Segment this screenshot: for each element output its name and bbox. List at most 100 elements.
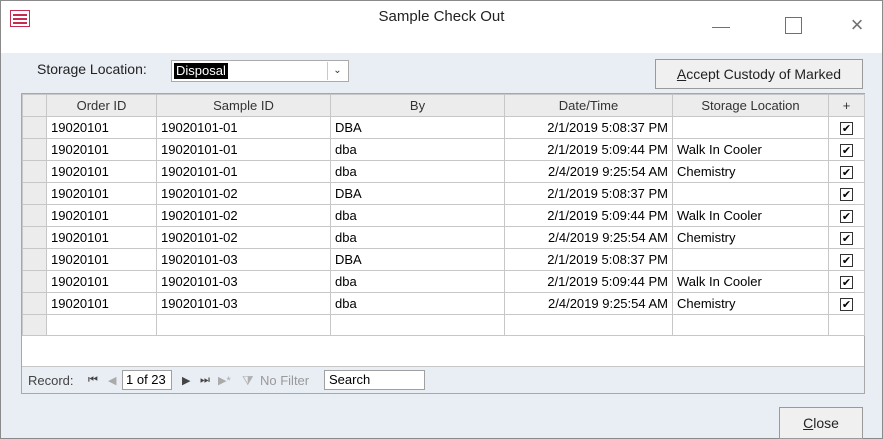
sample-id-cell[interactable]: 19020101-03 — [156, 270, 331, 293]
close-button[interactable]: Close — [779, 407, 863, 439]
date-time-cell[interactable]: 2/4/2019 9:25:54 AM — [504, 160, 673, 183]
sample-id-cell[interactable]: 19020101-03 — [156, 248, 331, 271]
column-header-marked[interactable]: + — [828, 94, 865, 117]
close-window-button[interactable]: × — [845, 13, 869, 37]
row-selector[interactable] — [22, 292, 47, 315]
last-record-icon[interactable]: ⏭ — [200, 374, 210, 387]
sample-id-cell[interactable]: 19020101-01 — [156, 116, 331, 139]
by-cell[interactable]: DBA — [330, 116, 505, 139]
order-id-cell[interactable]: 19020101 — [46, 226, 157, 249]
column-header-date-time[interactable]: Date/Time — [504, 94, 673, 117]
by-cell[interactable]: dba — [330, 138, 505, 161]
sample-id-cell[interactable]: 19020101-01 — [156, 138, 331, 161]
table-row[interactable]: 19020101 19020101-03 dba 2/1/2019 5:09:44 P… — [22, 270, 865, 293]
date-time-cell[interactable]: 2/1/2019 5:09:44 PM — [504, 138, 673, 161]
table-row[interactable]: 19020101 19020101-01 dba 2/1/2019 5:09:44 P… — [22, 138, 865, 161]
row-selector[interactable] — [22, 160, 47, 183]
next-record-icon[interactable]: ▶ — [182, 374, 190, 387]
search-input[interactable]: Search — [324, 370, 425, 390]
minimize-button[interactable] — [709, 13, 733, 37]
date-time-cell[interactable]: 2/4/2019 9:25:54 AM — [504, 292, 673, 315]
storage-location-cell[interactable]: Walk In Cooler — [672, 204, 829, 227]
by-cell[interactable]: dba — [330, 160, 505, 183]
order-id-cell[interactable]: 19020101 — [46, 292, 157, 315]
order-id-cell[interactable]: 19020101 — [46, 138, 157, 161]
marked-checkbox[interactable]: ✔ — [840, 188, 853, 202]
by-cell[interactable]: dba — [330, 204, 505, 227]
marked-cell[interactable]: ✔ — [828, 160, 865, 183]
table-row[interactable]: 19020101 19020101-03 DBA 2/1/2019 5:08:37 P… — [22, 248, 865, 271]
empty-cell[interactable] — [330, 314, 505, 336]
storage-location-cell[interactable]: Walk In Cooler — [672, 138, 829, 161]
no-filter-button[interactable]: No Filter — [260, 373, 309, 388]
storage-location-value[interactable]: Disposal — [174, 63, 228, 79]
marked-cell[interactable]: ✔ — [828, 270, 865, 293]
marked-cell[interactable]: ✔ — [828, 116, 865, 139]
row-selector[interactable] — [22, 116, 47, 139]
empty-cell[interactable] — [46, 314, 157, 336]
sample-id-cell[interactable]: 19020101-02 — [156, 226, 331, 249]
storage-location-cell[interactable]: Walk In Cooler — [672, 270, 829, 293]
row-selector[interactable] — [22, 182, 47, 205]
storage-location-cell[interactable] — [672, 182, 829, 205]
marked-checkbox[interactable]: ✔ — [840, 254, 853, 268]
marked-cell[interactable]: ✔ — [828, 204, 865, 227]
storage-location-cell[interactable]: Chemistry — [672, 226, 829, 249]
column-header-storage-location[interactable]: Storage Location — [672, 94, 829, 117]
marked-cell[interactable]: ✔ — [828, 248, 865, 271]
date-time-cell[interactable]: 2/1/2019 5:08:37 PM — [504, 248, 673, 271]
empty-cell[interactable] — [156, 314, 331, 336]
storage-location-cell[interactable] — [672, 116, 829, 139]
marked-cell[interactable]: ✔ — [828, 138, 865, 161]
order-id-cell[interactable]: 19020101 — [46, 204, 157, 227]
table-row[interactable]: 19020101 19020101-01 dba 2/4/2019 9:25:54 A… — [22, 160, 865, 183]
marked-checkbox[interactable]: ✔ — [840, 232, 853, 246]
row-selector[interactable] — [22, 204, 47, 227]
marked-cell[interactable]: ✔ — [828, 292, 865, 315]
by-cell[interactable]: dba — [330, 270, 505, 293]
empty-cell[interactable] — [504, 314, 673, 336]
row-selector[interactable] — [22, 314, 47, 336]
first-record-icon[interactable]: ⏮ — [88, 374, 98, 387]
order-id-cell[interactable]: 19020101 — [46, 182, 157, 205]
sample-id-cell[interactable]: 19020101-01 — [156, 160, 331, 183]
order-id-cell[interactable]: 19020101 — [46, 160, 157, 183]
chevron-down-icon[interactable]: ⌄ — [327, 62, 347, 80]
date-time-cell[interactable]: 2/1/2019 5:09:44 PM — [504, 204, 673, 227]
by-cell[interactable]: DBA — [330, 182, 505, 205]
table-row[interactable]: 19020101 19020101-02 dba 2/4/2019 9:25:54 A… — [22, 226, 865, 249]
storage-location-cell[interactable]: Chemistry — [672, 292, 829, 315]
marked-checkbox[interactable]: ✔ — [840, 122, 853, 136]
date-time-cell[interactable]: 2/1/2019 5:09:44 PM — [504, 270, 673, 293]
marked-checkbox[interactable]: ✔ — [840, 276, 853, 290]
column-header-sample-id[interactable]: Sample ID — [156, 94, 331, 117]
order-id-cell[interactable]: 19020101 — [46, 248, 157, 271]
by-cell[interactable]: dba — [330, 292, 505, 315]
marked-checkbox[interactable]: ✔ — [840, 210, 853, 224]
row-selector[interactable] — [22, 226, 47, 249]
marked-cell[interactable]: ✔ — [828, 226, 865, 249]
table-row[interactable]: 19020101 19020101-02 dba 2/1/2019 5:09:44 P… — [22, 204, 865, 227]
marked-checkbox[interactable]: ✔ — [840, 144, 853, 158]
sample-id-cell[interactable]: 19020101-03 — [156, 292, 331, 315]
empty-cell[interactable] — [828, 314, 865, 336]
accept-custody-button[interactable]: Accept Custody of Marked — [655, 59, 863, 89]
date-time-cell[interactable]: 2/1/2019 5:08:37 PM — [504, 116, 673, 139]
order-id-cell[interactable]: 19020101 — [46, 270, 157, 293]
row-selector[interactable] — [22, 270, 47, 293]
new-record-icon[interactable]: ▶* — [218, 374, 231, 387]
table-row[interactable]: 19020101 19020101-03 dba 2/4/2019 9:25:54 A… — [22, 292, 865, 315]
empty-cell[interactable] — [672, 314, 829, 336]
marked-checkbox[interactable]: ✔ — [840, 298, 853, 312]
new-record-row[interactable] — [22, 314, 865, 336]
storage-location-combo[interactable]: Disposal ⌄ — [171, 60, 349, 82]
table-row[interactable]: 19020101 19020101-01 DBA 2/1/2019 5:08:37 P… — [22, 116, 865, 139]
by-cell[interactable]: DBA — [330, 248, 505, 271]
order-id-cell[interactable]: 19020101 — [46, 116, 157, 139]
row-selector[interactable] — [22, 138, 47, 161]
marked-cell[interactable]: ✔ — [828, 182, 865, 205]
sample-id-cell[interactable]: 19020101-02 — [156, 204, 331, 227]
table-row[interactable]: 19020101 19020101-02 DBA 2/1/2019 5:08:37 P… — [22, 182, 865, 205]
storage-location-cell[interactable]: Chemistry — [672, 160, 829, 183]
by-cell[interactable]: dba — [330, 226, 505, 249]
